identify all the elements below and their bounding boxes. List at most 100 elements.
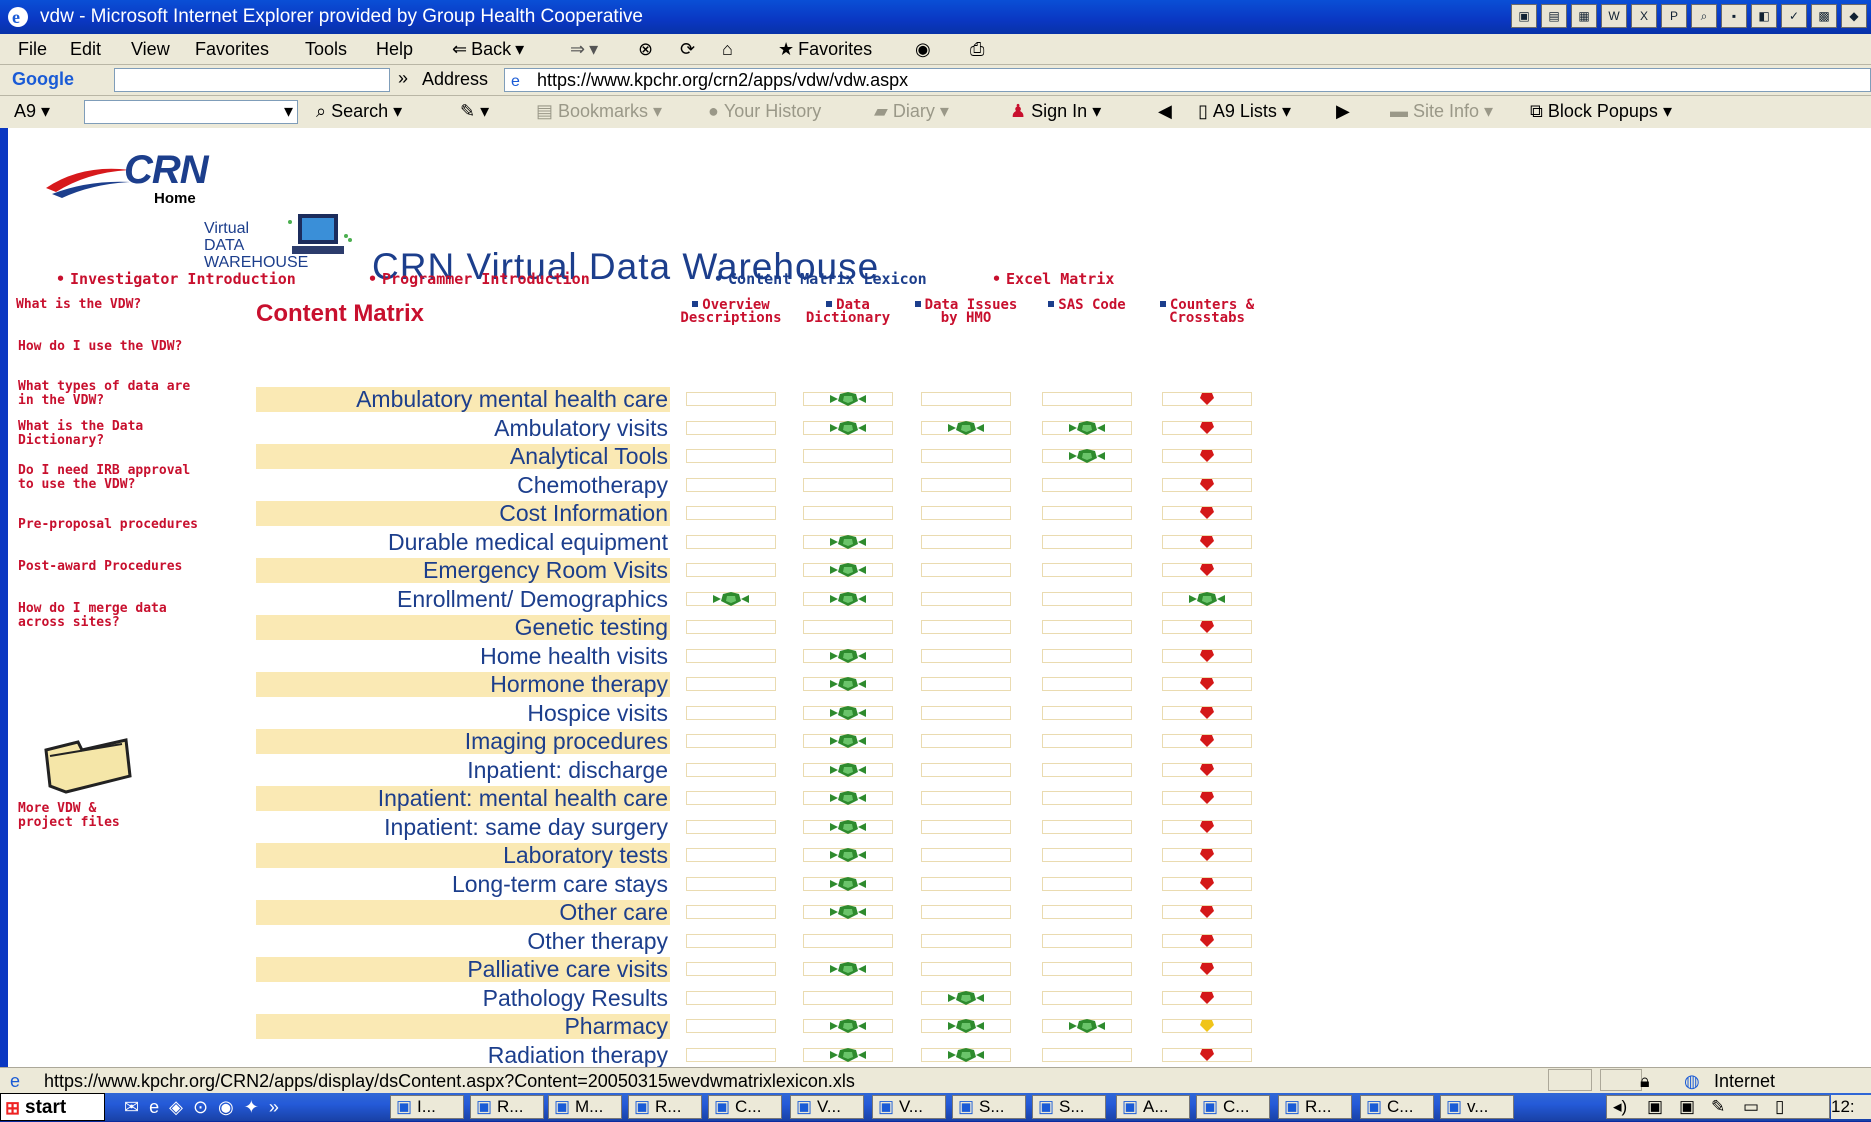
taskbar-window-button[interactable]: ▣ C... — [1196, 1095, 1270, 1119]
app-icon[interactable]: P — [1661, 4, 1687, 28]
pending-data-icon[interactable] — [1199, 649, 1215, 668]
taskbar-window-button[interactable]: ▣ V... — [790, 1095, 864, 1119]
media-button[interactable]: ◉ — [915, 34, 931, 64]
taskbar-window-button[interactable]: ▣ v... — [1440, 1095, 1514, 1119]
matrix-row-label[interactable]: Chemotherapy — [256, 473, 670, 498]
taskbar-window-button[interactable]: ▣ V... — [872, 1095, 946, 1119]
matrix-row-label[interactable]: Palliative care visits — [256, 957, 670, 982]
history-button[interactable]: ● Your History — [708, 101, 821, 122]
app-icon[interactable]: ◈ — [169, 1097, 183, 1118]
app-icon[interactable]: ⊙ — [193, 1097, 208, 1118]
nav-programmer-intro[interactable]: • Programmer Introduction — [368, 270, 590, 288]
taskbar-window-button[interactable]: ▣ R... — [470, 1095, 544, 1119]
app-icon[interactable]: ▦ — [1571, 4, 1597, 28]
app-icon[interactable]: X — [1631, 4, 1657, 28]
taskbar-window-button[interactable]: ▣ A... — [1116, 1095, 1190, 1119]
lists-button[interactable]: ▯ A9 Lists ▾ — [1198, 101, 1291, 122]
search-button[interactable]: ⌕ Search ▾ — [316, 101, 402, 122]
pending-data-icon[interactable] — [1199, 877, 1215, 896]
available-data-icon[interactable] — [828, 563, 868, 582]
matrix-row-label[interactable]: Radiation therapy — [256, 1043, 670, 1068]
pending-data-icon[interactable] — [1199, 763, 1215, 782]
available-data-icon[interactable] — [828, 1048, 868, 1067]
matrix-row-label[interactable]: Ambulatory visits — [256, 416, 670, 441]
block-popups-button[interactable]: ⧉ Block Popups ▾ — [1530, 101, 1672, 122]
matrix-row-label[interactable]: Emergency Room Visits — [256, 558, 670, 583]
available-data-icon[interactable] — [1067, 421, 1107, 440]
matrix-row-label[interactable]: Cost Information — [256, 501, 670, 526]
column-header[interactable]: Counters & Crosstabs — [1142, 298, 1272, 325]
available-data-icon[interactable] — [828, 877, 868, 896]
menu-tools[interactable]: Tools — [305, 34, 347, 64]
pending-data-icon[interactable] — [1199, 535, 1215, 554]
available-data-icon[interactable] — [828, 706, 868, 725]
matrix-row-label[interactable]: Ambulatory mental health care — [256, 387, 670, 412]
available-data-icon[interactable] — [828, 392, 868, 411]
nav-excel-matrix[interactable]: • Excel Matrix — [992, 270, 1114, 288]
available-data-icon[interactable] — [828, 1019, 868, 1038]
available-data-icon[interactable] — [828, 592, 868, 611]
matrix-row-label[interactable]: Inpatient: discharge — [256, 758, 670, 783]
pending-data-icon[interactable] — [1199, 392, 1215, 411]
sidenav-post-award[interactable]: Post-award Procedures — [18, 560, 208, 574]
available-data-icon[interactable] — [828, 421, 868, 440]
next-button[interactable]: ▶ — [1336, 101, 1350, 122]
diary-button[interactable]: ▰ Diary ▾ — [874, 101, 949, 122]
pending-data-icon[interactable] — [1199, 734, 1215, 753]
available-data-icon[interactable] — [946, 1048, 986, 1067]
bookmarks-button[interactable]: ▤ Bookmarks ▾ — [536, 101, 662, 122]
matrix-row-label[interactable]: Genetic testing — [256, 615, 670, 640]
taskbar-window-button[interactable]: ▣ C... — [1360, 1095, 1434, 1119]
sidenav-data-types[interactable]: What types of data are in the VDW? — [18, 380, 208, 408]
pending-data-icon[interactable] — [1199, 506, 1215, 525]
pending-data-icon[interactable] — [1199, 563, 1215, 582]
google-search-input[interactable] — [114, 68, 390, 92]
menu-help[interactable]: Help — [376, 34, 413, 64]
available-data-icon[interactable] — [828, 820, 868, 839]
pending-data-icon[interactable] — [1199, 848, 1215, 867]
available-data-icon[interactable] — [946, 1019, 986, 1038]
app-icon[interactable]: ◉ — [218, 1097, 234, 1118]
available-data-icon[interactable] — [828, 677, 868, 696]
app-icon[interactable]: ▤ — [1541, 4, 1567, 28]
pending-data-icon[interactable] — [1199, 706, 1215, 725]
pending-data-icon[interactable] — [1199, 677, 1215, 696]
app-icon[interactable]: W — [1601, 4, 1627, 28]
taskbar-window-button[interactable]: ▣ S... — [1032, 1095, 1106, 1119]
available-data-icon[interactable] — [828, 905, 868, 924]
available-data-icon[interactable] — [1067, 1019, 1107, 1038]
a9-search-input[interactable]: ▾ — [84, 100, 298, 124]
pending-data-icon[interactable] — [1199, 820, 1215, 839]
more-project-files-link[interactable]: More VDW & project files — [18, 802, 158, 830]
pending-data-icon[interactable] — [1199, 991, 1215, 1010]
matrix-row-label[interactable]: Other therapy — [256, 929, 670, 954]
forward-button[interactable]: ⇒ ▾ — [570, 34, 598, 64]
back-button[interactable]: ⇐ Back ▾ — [452, 34, 524, 64]
siteinfo-button[interactable]: ▬ Site Info ▾ — [1390, 101, 1493, 122]
available-data-icon[interactable] — [828, 791, 868, 810]
app-icon[interactable]: ▭ — [1743, 1096, 1759, 1118]
signin-button[interactable]: ♟ Sign In ▾ — [1010, 101, 1101, 122]
favorites-button[interactable]: ★ Favorites — [778, 34, 872, 64]
matrix-row-label[interactable]: Pharmacy — [256, 1014, 670, 1039]
matrix-row-label[interactable]: Enrollment/ Demographics — [256, 587, 670, 612]
partial-data-icon[interactable] — [1199, 1019, 1215, 1038]
pending-data-icon[interactable] — [1199, 449, 1215, 468]
app-icon[interactable]: ▣ — [1511, 4, 1537, 28]
menu-view[interactable]: View — [131, 34, 170, 64]
app-icon[interactable]: ▩ — [1811, 4, 1837, 28]
available-data-icon[interactable] — [946, 421, 986, 440]
start-button[interactable]: ⊞ start — [0, 1093, 105, 1121]
column-header[interactable]: Data Issues by HMO — [901, 298, 1031, 325]
sidenav-pre-proposal[interactable]: Pre-proposal procedures — [18, 518, 208, 532]
app-icon[interactable]: ⌕ — [1691, 4, 1717, 28]
available-data-icon[interactable] — [828, 763, 868, 782]
available-data-icon[interactable] — [711, 592, 751, 611]
matrix-row-label[interactable]: Laboratory tests — [256, 843, 670, 868]
pending-data-icon[interactable] — [1199, 791, 1215, 810]
chevron-more-icon[interactable]: » — [269, 1097, 279, 1118]
app-icon[interactable]: ◧ — [1751, 4, 1777, 28]
address-input[interactable]: e https://www.kpchr.org/crn2/apps/vdw/vd… — [504, 68, 1871, 92]
taskbar-window-button[interactable]: ▣ I... — [390, 1095, 464, 1119]
title-bar[interactable]: e vdw - Microsoft Internet Explorer prov… — [0, 0, 1871, 34]
